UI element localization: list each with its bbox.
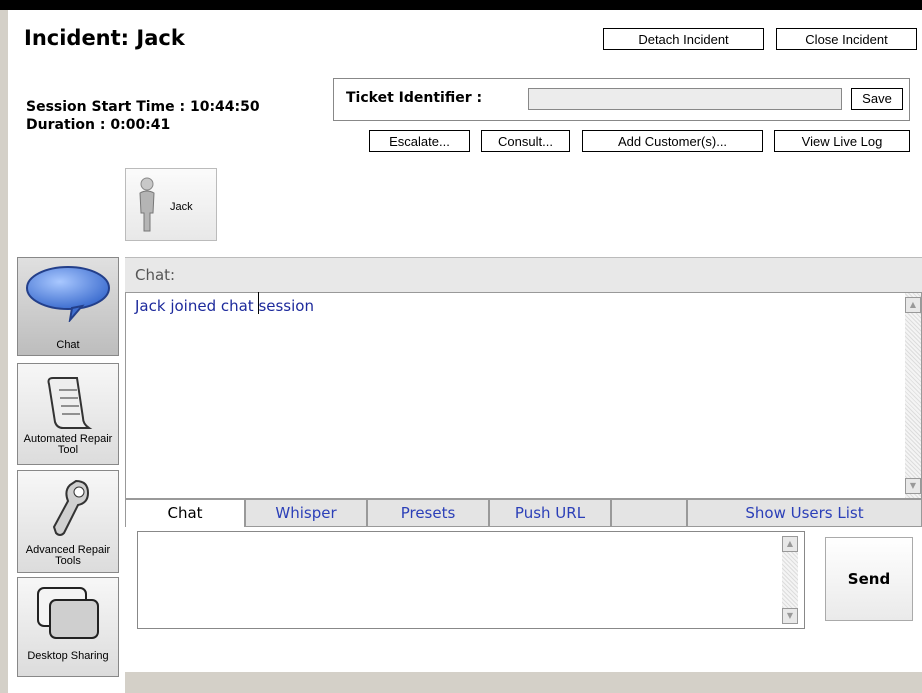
tab-whisper[interactable]: Whisper: [245, 499, 367, 527]
view-live-log-button[interactable]: View Live Log: [774, 130, 910, 152]
incident-title: Incident: Jack: [24, 26, 185, 50]
tab-presets[interactable]: Presets: [367, 499, 489, 527]
ticket-identifier-input[interactable]: [528, 88, 842, 110]
tab-chat[interactable]: Chat: [125, 499, 245, 527]
wrench-icon: [52, 479, 90, 536]
chat-input-scrollbar[interactable]: ▲ ▼: [782, 536, 798, 624]
sidebar-item-advanced-repair-tools[interactable]: Advanced Repair Tools: [17, 470, 119, 573]
send-button[interactable]: Send: [825, 537, 913, 621]
scroll-icon: [47, 377, 93, 429]
sidebar-item-label: Chat: [56, 339, 80, 351]
detach-incident-button[interactable]: Detach Incident: [603, 28, 764, 50]
session-info: Session Start Time : 10:44:50 Duration :…: [26, 96, 260, 137]
scroll-up-icon[interactable]: ▲: [905, 297, 921, 313]
chat-message: Jack joined chat session: [135, 297, 314, 315]
sidebar-item-label: Automated Repair Tool: [23, 433, 113, 456]
chat-log-scrollbar[interactable]: ▲ ▼: [905, 293, 921, 498]
save-ticket-button[interactable]: Save: [851, 88, 903, 110]
window-left-border: [0, 10, 8, 693]
chat-input[interactable]: ▲ ▼: [137, 531, 805, 629]
escalate-button[interactable]: Escalate...: [369, 130, 470, 152]
chat-header-label: Chat:: [135, 266, 176, 284]
participant-name: Jack: [170, 201, 193, 213]
text-cursor: [258, 292, 259, 314]
scroll-up-icon[interactable]: ▲: [782, 536, 798, 552]
sidebar-item-label: Advanced Repair Tools: [25, 544, 111, 567]
bottom-bar: [125, 672, 922, 693]
desktop-sharing-icon: [37, 587, 99, 639]
scroll-down-icon[interactable]: ▼: [905, 478, 921, 494]
participant-tile-jack[interactable]: Jack: [125, 168, 217, 241]
sidebar-item-desktop-sharing[interactable]: Desktop Sharing: [17, 577, 119, 677]
tab-blank: [611, 499, 687, 527]
window-top-border: [0, 0, 922, 10]
scroll-down-icon[interactable]: ▼: [782, 608, 798, 624]
chat-log[interactable]: Jack joined chat session ▲ ▼: [125, 292, 922, 499]
chat-tabs: Chat Whisper Presets Push URL Show Users…: [125, 499, 922, 527]
ticket-panel: Ticket Identifier : Save: [333, 78, 910, 121]
chat-bubble-icon: [26, 266, 110, 322]
sidebar-item-automated-repair-tool[interactable]: Automated Repair Tool: [17, 363, 119, 465]
show-users-list-link[interactable]: Show Users List: [687, 499, 922, 527]
sidebar-item-chat[interactable]: Chat: [17, 257, 119, 356]
tab-push-url[interactable]: Push URL: [489, 499, 611, 527]
consult-button[interactable]: Consult...: [481, 130, 570, 152]
ticket-identifier-label: Ticket Identifier :: [346, 90, 483, 106]
close-incident-button[interactable]: Close Incident: [776, 28, 917, 50]
chat-header: Chat:: [125, 257, 922, 292]
person-icon: [139, 177, 155, 232]
sidebar-item-label: Desktop Sharing: [27, 650, 109, 662]
add-customers-button[interactable]: Add Customer(s)...: [582, 130, 763, 152]
